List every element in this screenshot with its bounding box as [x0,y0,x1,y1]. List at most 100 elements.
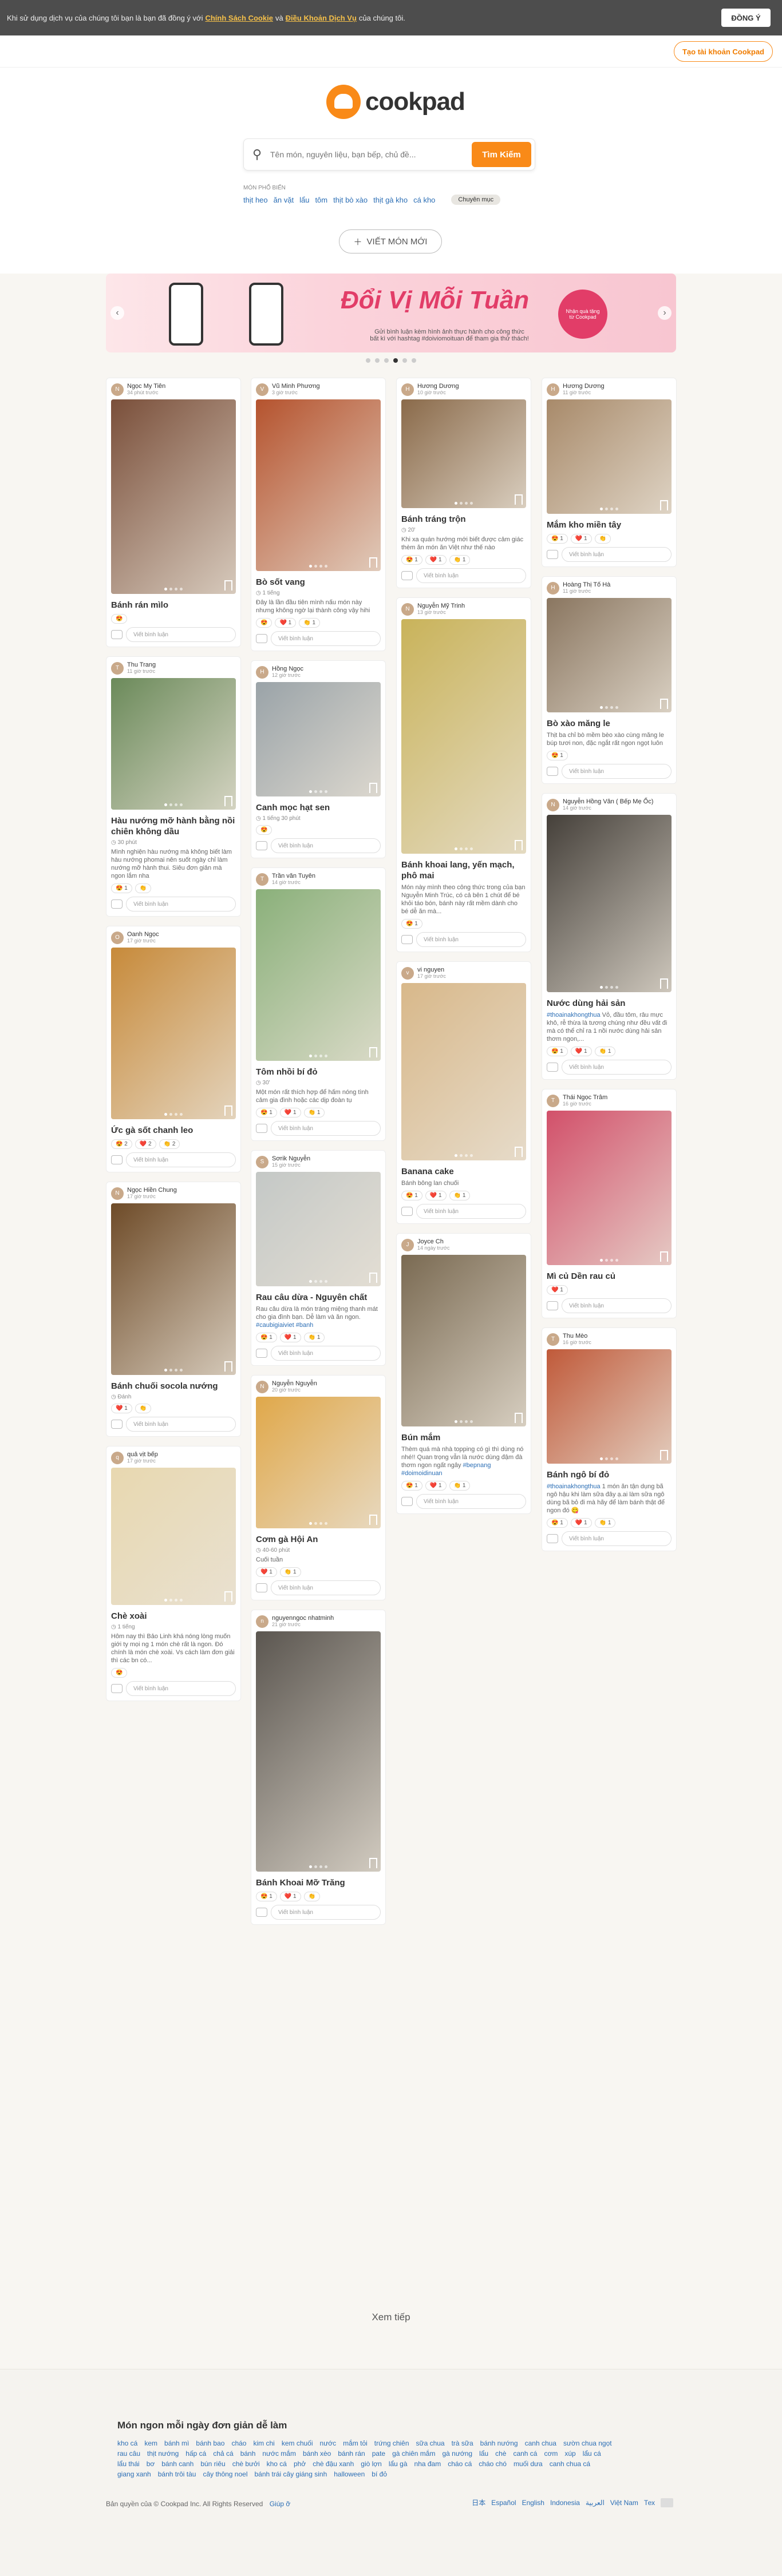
recipe-title[interactable]: Chè xoài [111,1611,236,1622]
footer-link[interactable]: giò lợn [361,2460,382,2468]
recipe-author[interactable]: S Sơrik Nguyễn 15 giờ trước [256,1155,381,1168]
recipe-card[interactable]: H Hương Dương 10 giờ trước Bánh tráng trộn ◷… [396,378,531,588]
footer-link[interactable]: gà chiên mắm [392,2450,435,2458]
recipe-photo[interactable] [547,1111,672,1265]
reaction-button[interactable]: 👏 [303,1892,321,1901]
footer-link[interactable]: cây thông noel [203,2470,247,2478]
bookmark-icon[interactable] [369,1273,377,1283]
recipe-photo[interactable] [256,889,381,1061]
recipe-title[interactable]: Hàu nướng mỡ hành bằng nồi chiên không d… [111,815,236,837]
comment-input[interactable]: Viết bình luận [562,764,672,779]
recipe-author[interactable]: N Ngọc My Tiên 34 phút trước [111,383,236,396]
recipe-card[interactable]: v vi nguyen 17 giờ trước Banana cake Bánh bô… [396,961,531,1224]
bookmark-icon[interactable] [224,1591,232,1602]
bookmark-icon[interactable] [369,1858,377,1868]
comment-input[interactable]: Viết bình luận [416,1494,526,1509]
footer-link[interactable]: bánh trôi tàu [158,2470,196,2478]
comment-input[interactable]: Viết bình luận [271,1346,381,1361]
popular-search-link[interactable]: ăn vặt [274,196,294,204]
bookmark-icon[interactable] [224,1105,232,1116]
reaction-button[interactable]: 😍 1 [547,751,568,760]
carousel-dot[interactable] [366,358,370,363]
hashtag-link[interactable]: #thoainakhongthua [547,1012,601,1018]
footer-link[interactable]: bánh xèo [303,2450,331,2458]
signup-button[interactable]: Tạo tài khoản Cookpad [673,41,773,62]
comment-input[interactable]: Viết bình luận [562,547,672,562]
recipe-author[interactable]: H Hoàng Thị Tố Hà 11 giờ trước [547,581,672,595]
recipe-card[interactable]: N Nguyễn Mỹ Trinh 13 giờ trước Bánh khoai l… [396,597,531,952]
reaction-button[interactable]: 😍 1 [401,1191,422,1200]
footer-link[interactable]: lẩu [479,2450,488,2458]
comment-input[interactable]: Viết bình luận [271,838,381,853]
reaction-button[interactable]: 👏 1 [594,1518,616,1528]
footer-link[interactable]: chè đậu xanh [313,2460,354,2468]
recipe-title[interactable]: Mì củ Dền rau củ [547,1271,672,1282]
comment-input[interactable]: Viết bình luận [126,897,236,911]
bookmark-icon[interactable] [515,840,523,850]
reaction-button[interactable]: 😍 [111,1668,128,1678]
hashtag-link[interactable]: #caubigiaiviet #banh [256,1322,313,1329]
footer-link[interactable]: nước [320,2439,337,2447]
recipe-author[interactable]: H Hồng Ngọc 12 giờ trước [256,665,381,679]
author-name[interactable]: Sơrik Nguyễn [272,1155,310,1162]
bookmark-icon[interactable] [515,1147,523,1157]
recipe-photo[interactable] [256,1397,381,1528]
recipe-title[interactable]: Tôm nhồi bí đỏ [256,1067,381,1077]
popular-search-link[interactable]: cá kho [413,196,435,204]
chevron-left-icon[interactable]: ‹ [110,306,124,320]
recipe-author[interactable]: T Thái Ngọc Trâm 16 giờ trước [547,1094,672,1107]
recipe-card[interactable]: H Hương Dương 11 giờ trước Mắm kho miền tây… [542,378,677,567]
reaction-button[interactable]: ❤️ 1 [111,1404,132,1413]
reaction-button[interactable]: ❤️ 1 [570,1047,592,1056]
recipe-card[interactable]: J Joyce Ch 14 ngày trước Bún mắm Thèm quá mà… [396,1233,531,1514]
recipe-author[interactable]: N Nguyễn Hồng Vân ( Bếp Mẹ Ốc) 14 giờ trướ… [547,798,672,811]
reaction-button[interactable]: ❤️ 1 [275,618,297,628]
footer-link[interactable]: bánh nướng [480,2439,518,2447]
author-name[interactable]: Thái Ngọc Trâm [563,1094,607,1101]
reaction-button[interactable]: 👏 1 [279,1567,301,1577]
recipe-title[interactable]: Canh mọc hạt sen [256,802,381,813]
reaction-button[interactable]: 😍 1 [547,534,568,544]
popular-search-link[interactable]: tôm [315,196,327,204]
reaction-button[interactable]: 👏 1 [449,1191,471,1200]
bookmark-icon[interactable] [660,699,668,709]
reaction-button[interactable]: ❤️ 2 [135,1139,156,1149]
cookpad-logo[interactable]: cookpad [326,85,465,119]
language-link[interactable]: Indonesia [550,2499,580,2507]
bookmark-icon[interactable] [369,783,377,793]
recipe-card[interactable]: N Nguyễn Hồng Vân ( Bếp Mẹ Ốc) 14 giờ trướ… [542,793,677,1080]
recipe-author[interactable]: V Vũ Minh Phương 3 giờ trước [256,383,381,396]
reaction-button[interactable]: 😍 1 [547,1047,568,1056]
cookie-policy-link[interactable]: Chính Sách Cookie [205,14,272,22]
recipe-author[interactable]: T Thu Trang 11 giờ trước [111,661,236,675]
footer-link[interactable]: sườn chua ngọt [563,2439,612,2447]
bookmark-icon[interactable] [660,978,668,989]
footer-link[interactable]: bánh rán [338,2450,365,2458]
recipe-card[interactable]: H Hồng Ngọc 12 giờ trước Canh mọc hạt sen ◷ … [251,660,386,858]
footer-link[interactable]: bún riêu [200,2460,225,2468]
reaction-button[interactable]: ❤️ 1 [425,1481,447,1491]
footer-link[interactable]: sữa chua [416,2439,445,2447]
footer-link[interactable]: lẩu thái [117,2460,140,2468]
recipe-photo[interactable] [547,598,672,712]
recipe-title[interactable]: Mắm kho miền tây [547,520,672,530]
footer-link[interactable]: cơm [544,2450,558,2458]
search-button[interactable]: Tìm Kiếm [472,142,531,167]
recipe-photo[interactable] [256,1631,381,1872]
reaction-button[interactable]: 👏 2 [159,1139,180,1149]
recipe-title[interactable]: Banana cake [401,1166,526,1177]
carousel-dot[interactable] [402,358,407,363]
bookmark-icon[interactable] [515,1413,523,1423]
bookmark-icon[interactable] [660,1450,668,1460]
carousel-dot[interactable] [384,358,389,363]
reaction-button[interactable]: 😍 1 [401,1481,422,1491]
recipe-author[interactable]: N Ngọc Hiền Chung 17 giờ trước [111,1187,236,1200]
recipe-photo[interactable] [111,399,236,594]
recipe-photo[interactable] [547,399,672,514]
author-name[interactable]: Joyce Ch [417,1238,449,1245]
reaction-button[interactable]: ❤️ 1 [279,1333,301,1342]
recipe-author[interactable]: n nguyenngoc nhatminh 21 giờ trước [256,1615,381,1628]
categories-button[interactable]: Chuyên mục [451,195,501,205]
footer-link[interactable]: cháo [231,2439,246,2447]
author-name[interactable]: Nguyễn Nguyễn [272,1380,317,1387]
